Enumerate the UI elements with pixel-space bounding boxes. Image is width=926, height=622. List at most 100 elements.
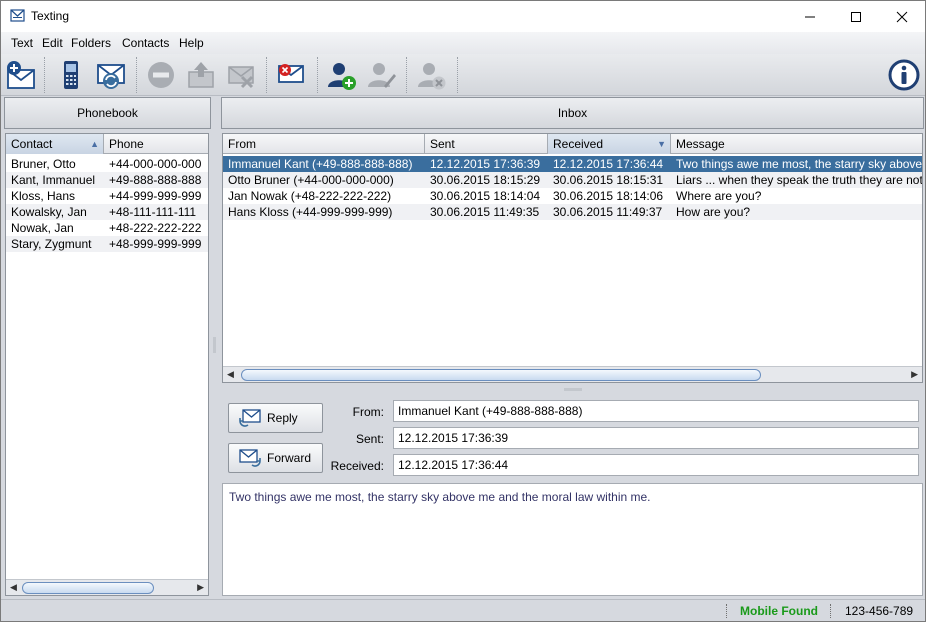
menu-folders[interactable]: Folders (71, 36, 111, 50)
table-row[interactable]: Hans Kloss (+44-999-999-999) 30.06.2015 … (223, 204, 922, 220)
from-field[interactable]: Immanuel Kant (+49-888-888-888) (393, 400, 919, 422)
message-text: How are you? (676, 205, 751, 219)
scroll-left-icon[interactable]: ◀ (10, 582, 17, 593)
phone-button[interactable] (54, 58, 88, 92)
delete-message-button[interactable] (224, 58, 258, 92)
new-message-icon (7, 61, 35, 89)
window-title: Texting (31, 9, 70, 23)
message-received: 30.06.2015 11:49:37 (553, 205, 663, 219)
column-from[interactable]: From (223, 134, 425, 154)
contact-name: Kant, Immanuel (11, 173, 96, 187)
column-phone[interactable]: Phone (104, 134, 208, 154)
reply-icon (239, 409, 261, 427)
contact-phone: +48-222-222-222 (109, 221, 202, 235)
table-row[interactable]: Kloss, Hans +44-999-999-999 (6, 188, 208, 204)
contact-phone: +44-000-000-000 (109, 157, 202, 171)
horizontal-splitter-handle[interactable] (564, 388, 582, 391)
scrollbar-thumb[interactable] (241, 369, 761, 381)
table-row[interactable]: Nowak, Jan +48-222-222-222 (6, 220, 208, 236)
send-button[interactable] (184, 58, 218, 92)
contact-phone: +48-111-111-111 (109, 205, 197, 219)
toolbar-separator (136, 57, 137, 93)
menu-contacts[interactable]: Contacts (122, 36, 169, 50)
maximize-button[interactable] (833, 1, 879, 32)
received-field[interactable]: 12.12.2015 17:36:44 (393, 454, 919, 476)
status-bar: Mobile Found 123-456-789 (1, 599, 925, 621)
inbox-table: From Sent Received ▼ Message Immanuel Ka… (222, 133, 923, 383)
toolbar (1, 54, 925, 96)
about-button[interactable] (887, 58, 921, 92)
minimize-icon (805, 16, 815, 17)
column-contact-label: Contact (11, 137, 53, 151)
table-row[interactable]: Jan Nowak (+48-222-222-222) 30.06.2015 1… (223, 188, 922, 204)
mobile-phone-icon (64, 61, 78, 89)
column-sent[interactable]: Sent (425, 134, 548, 154)
status-separator (726, 604, 727, 618)
message-received: 12.12.2015 17:36:44 (553, 157, 664, 171)
table-row[interactable]: Stary, Zygmunt +48-999-999-999 (6, 236, 208, 252)
toolbar-separator (406, 57, 407, 93)
forward-button[interactable]: Forward (228, 443, 323, 473)
menu-help[interactable]: Help (179, 36, 204, 50)
no-entry-icon (148, 62, 174, 88)
table-row[interactable]: Kant, Immanuel +49-888-888-888 (6, 172, 208, 188)
menu-edit[interactable]: Edit (42, 36, 63, 50)
scroll-left-icon[interactable]: ◀ (227, 369, 234, 380)
sort-descending-icon: ▼ (657, 139, 666, 149)
block-button[interactable] (144, 58, 178, 92)
scrollbar-thumb[interactable] (22, 582, 154, 594)
close-button[interactable] (879, 1, 925, 32)
inbox-horizontal-scrollbar[interactable]: ◀ ▶ (223, 366, 922, 382)
table-row[interactable]: Kowalsky, Jan +48-111-111-111 (6, 204, 208, 220)
column-message[interactable]: Message (671, 134, 922, 154)
inbox-header: Inbox (221, 97, 924, 129)
menu-text[interactable]: Text (11, 36, 33, 50)
table-row[interactable]: Bruner, Otto +44-000-000-000 (6, 156, 208, 172)
table-row[interactable]: Otto Bruner (+44-000-000-000) 30.06.2015… (223, 172, 922, 188)
phonebook-horizontal-scrollbar[interactable]: ◀ ▶ (6, 579, 208, 595)
inbox-title: Inbox (557, 106, 588, 120)
mobile-status: Mobile Found (740, 604, 818, 618)
message-text: Two things awe me most, the starry sky a… (676, 157, 923, 171)
message-from: Jan Nowak (+48-222-222-222) (228, 189, 392, 203)
app-window: Texting Text Edit Folders Contacts Help (0, 0, 926, 622)
forward-label: Forward (267, 451, 312, 465)
contact-name: Bruner, Otto (11, 157, 76, 171)
column-received[interactable]: Received ▼ (548, 134, 671, 154)
message-body[interactable]: Two things awe me most, the starry sky a… (222, 483, 923, 596)
toolbar-separator (457, 57, 458, 93)
maximize-icon (851, 11, 861, 22)
phonebook-table-header: Contact ▲ Phone (6, 134, 208, 154)
contact-name: Stary, Zygmunt (11, 237, 92, 251)
column-received-label: Received (553, 137, 604, 151)
contact-phone: +49-888-888-888 (109, 173, 202, 187)
new-message-button[interactable] (4, 58, 38, 92)
unread-button[interactable] (274, 58, 308, 92)
message-from: Immanuel Kant (+49-888-888-888) (228, 157, 413, 171)
forward-icon (239, 449, 261, 467)
contact-name: Nowak, Jan (11, 221, 74, 235)
message-received: 30.06.2015 18:15:31 (553, 173, 664, 187)
message-text: Where are you? (676, 189, 762, 203)
add-contact-button[interactable] (324, 58, 358, 92)
sent-field[interactable]: 12.12.2015 17:36:39 (393, 427, 919, 449)
close-icon (896, 11, 908, 22)
message-received: 30.06.2015 18:14:06 (553, 189, 664, 203)
column-message-label: Message (676, 137, 725, 151)
delete-contact-button[interactable] (414, 58, 448, 92)
scroll-right-icon[interactable]: ▶ (197, 582, 204, 593)
message-body-text: Two things awe me most, the starry sky a… (229, 490, 651, 504)
edit-contact-button[interactable] (364, 58, 398, 92)
vertical-splitter-handle[interactable] (213, 337, 216, 353)
sync-messages-button[interactable] (94, 58, 128, 92)
app-icon (10, 9, 25, 22)
column-from-label: From (228, 137, 256, 151)
column-contact[interactable]: Contact ▲ (6, 134, 104, 154)
scroll-right-icon[interactable]: ▶ (911, 369, 918, 380)
message-text: Liars ... when they speak the truth they… (676, 173, 923, 187)
delete-contact-icon (418, 63, 446, 90)
reply-button[interactable]: Reply (228, 403, 323, 433)
minimize-button[interactable] (787, 1, 833, 32)
reply-label: Reply (267, 411, 298, 425)
table-row[interactable]: Immanuel Kant (+49-888-888-888) 12.12.20… (223, 156, 922, 172)
